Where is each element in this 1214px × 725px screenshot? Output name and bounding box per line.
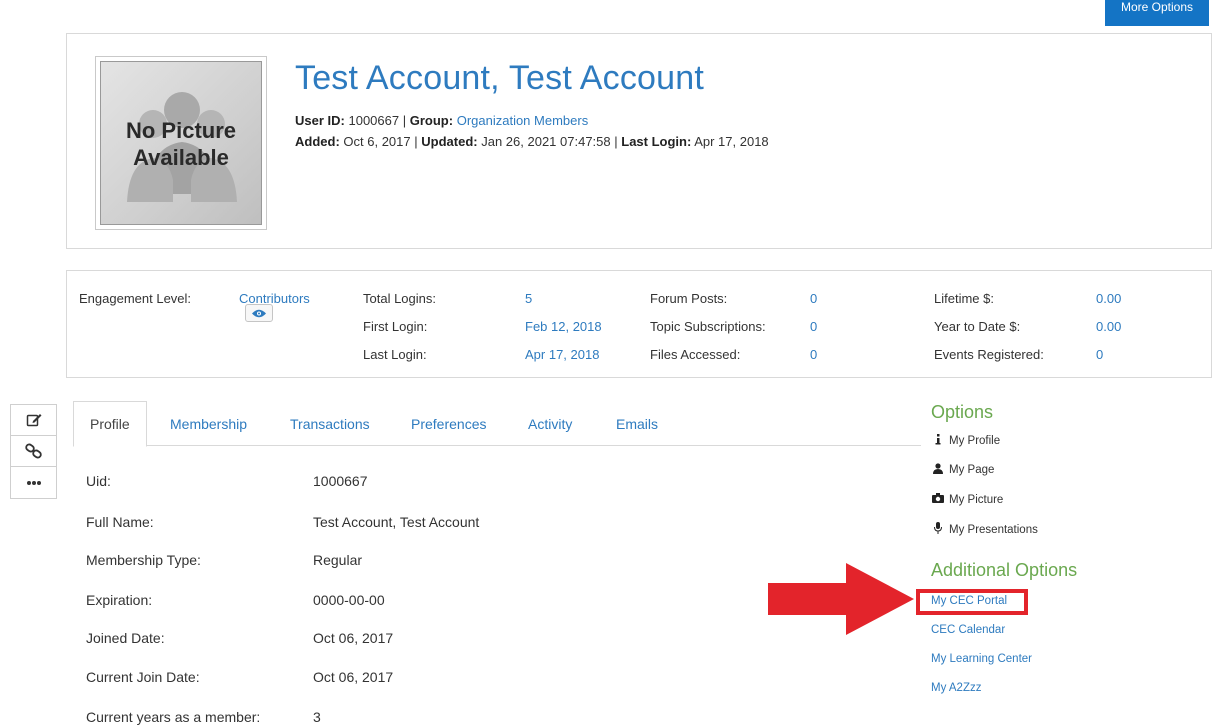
separator: | [402,113,407,128]
option-label: My Page [949,464,995,476]
full-name-label: Full Name: [86,514,154,530]
my-learning-center-link[interactable]: My Learning Center [931,653,1032,665]
uid-label: Uid: [86,473,111,489]
group-label: Group: [409,113,454,128]
edit-button[interactable] [11,405,56,436]
files-accessed-value[interactable]: 0 [810,347,817,362]
first-login-label: First Login: [363,319,428,334]
more-icon [26,480,41,485]
engagement-level-label: Engagement Level: [79,291,192,306]
joined-date-value: Oct 06, 2017 [313,630,394,646]
option-my-page[interactable]: My Page [931,463,994,477]
events-registered-label: Events Registered: [934,347,1044,362]
no-picture-line1: No Picture [125,118,237,143]
link-icon [24,443,42,459]
profile-header-card: No Picture Available Test Account, Test … [66,33,1212,249]
avatar-frame: No Picture Available [95,56,267,230]
more-actions-button[interactable] [11,467,56,498]
user-meta-line-2: Added: Oct 6, 2017 | Updated: Jan 26, 20… [295,134,769,149]
info-icon [931,434,945,448]
last-login-label: Last Login: [621,134,692,149]
no-picture-line2: Available [133,145,229,170]
last-login-stat-value[interactable]: Apr 17, 2018 [525,347,599,362]
option-label: My Profile [949,435,1001,447]
user-icon [931,463,945,477]
membership-type-label: Membership Type: [86,552,201,568]
avatar[interactable]: No Picture Available [100,61,262,225]
red-arrow-annotation [768,563,914,635]
added-label: Added: [295,134,340,149]
ytd-value[interactable]: 0.00 [1096,319,1121,334]
camera-icon [931,493,945,506]
membership-type-value: Regular [313,552,363,568]
lifetime-value[interactable]: 0.00 [1096,291,1121,306]
topic-subscriptions-value[interactable]: 0 [810,319,817,334]
lifetime-label: Lifetime $: [934,291,994,306]
first-login-value[interactable]: Feb 12, 2018 [525,319,602,334]
updated-label: Updated: [421,134,478,149]
profile-tabs: Profile Membership Transactions Preferen… [73,401,921,447]
joined-date-label: Joined Date: [86,630,165,646]
no-picture-text: No Picture Available [101,117,261,171]
page-title: Test Account, Test Account [295,59,705,97]
forum-posts-label: Forum Posts: [650,291,728,306]
ytd-label: Year to Date $: [934,319,1021,334]
last-login-stat-label: Last Login: [363,347,427,362]
full-name-value: Test Account, Test Account [313,514,480,530]
separator: | [614,134,618,149]
last-login-value: Apr 17, 2018 [694,134,769,149]
topic-subscriptions-label: Topic Subscriptions: [650,319,766,334]
user-meta-line-1: User ID: 1000667 | Group: Organization M… [295,113,588,128]
events-registered-value[interactable]: 0 [1096,347,1103,362]
edit-icon [26,414,41,427]
tab-preferences[interactable]: Preferences [411,401,486,446]
total-logins-value[interactable]: 5 [525,291,532,306]
options-heading: Options [931,402,994,422]
separator: | [414,134,418,149]
tab-membership[interactable]: Membership [170,401,247,446]
tab-emails[interactable]: Emails [616,401,658,446]
option-my-presentations[interactable]: My Presentations [931,522,1038,537]
option-label: My Picture [949,493,1004,506]
user-id-value: 1000667 [348,113,400,128]
option-label: My Presentations [949,523,1038,536]
option-my-picture[interactable]: My Picture [931,493,1003,506]
expiration-value: 0000-00-00 [313,592,385,608]
tab-profile[interactable]: Profile [73,401,147,447]
more-options-label: More Options [1120,0,1194,14]
added-value: Oct 6, 2017 [343,134,411,149]
view-engagement-button[interactable] [245,304,273,322]
current-join-date-value: Oct 06, 2017 [313,669,394,685]
option-my-profile[interactable]: My Profile [931,434,1000,448]
files-accessed-label: Files Accessed: [650,347,741,362]
tab-transactions[interactable]: Transactions [290,401,370,446]
updated-value: Jan 26, 2021 07:47:58 [481,134,611,149]
highlight-box-annotation [916,589,1028,615]
side-toolbar [10,404,57,499]
more-options-button[interactable]: More Options [1105,0,1209,26]
uid-value: 1000667 [313,473,368,489]
group-link[interactable]: Organization Members [457,113,589,128]
microphone-icon [931,522,945,537]
tab-activity[interactable]: Activity [528,401,572,446]
additional-options-heading: Additional Options [931,560,1078,580]
forum-posts-value[interactable]: 0 [810,291,817,306]
eye-icon [252,309,266,317]
current-join-date-label: Current Join Date: [86,669,200,685]
engagement-stats-card: Engagement Level: Contributors Total Log… [66,270,1212,378]
cec-calendar-link[interactable]: CEC Calendar [931,624,1005,636]
total-logins-label: Total Logins: [363,291,436,306]
link-button[interactable] [11,436,56,467]
my-a2zzz-link[interactable]: My A2Zzz [931,682,981,694]
user-id-label: User ID: [295,113,345,128]
expiration-label: Expiration: [86,592,153,608]
